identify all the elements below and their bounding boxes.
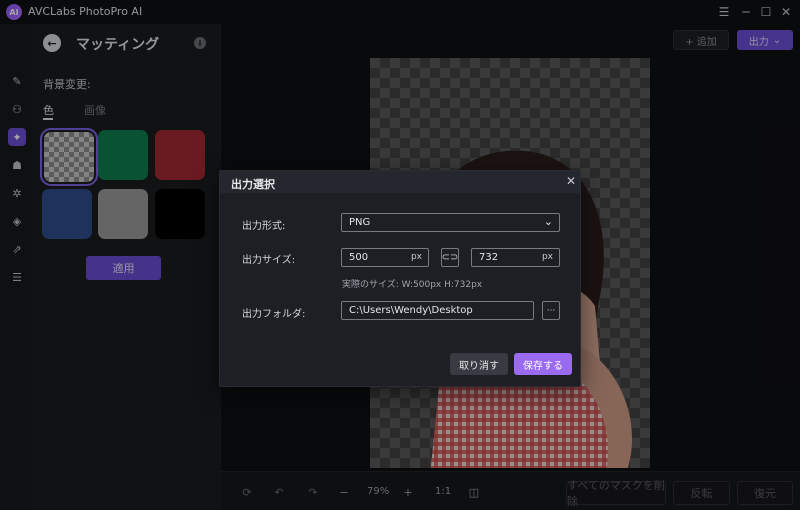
folder-input[interactable]: C:\Users\Wendy\Desktop: [341, 301, 534, 320]
height-value: 732: [479, 252, 499, 263]
browse-folder-button[interactable]: ···: [542, 301, 560, 320]
width-value: 500: [349, 252, 369, 263]
folder-path: C:\Users\Wendy\Desktop: [349, 305, 473, 316]
folder-label: 出力フォルダ:: [242, 309, 306, 320]
size-label: 出力サイズ:: [242, 255, 296, 266]
width-input[interactable]: 500 px: [341, 248, 429, 267]
output-dialog: 出力選択 ✕ 出力形式: PNG ⌄ 出力サイズ: 500 px ⊂⊃ 732 …: [219, 170, 581, 387]
format-select[interactable]: PNG ⌄: [341, 213, 560, 232]
cancel-button[interactable]: 取り消す: [450, 353, 508, 375]
link-aspect-icon[interactable]: ⊂⊃: [441, 248, 459, 267]
height-unit: px: [541, 252, 553, 262]
save-button[interactable]: 保存する: [514, 353, 572, 375]
height-input[interactable]: 732 px: [471, 248, 560, 267]
chevron-down-icon: ⌄: [543, 215, 553, 228]
dialog-title: 出力選択: [231, 178, 275, 191]
format-value: PNG: [349, 217, 371, 228]
format-label: 出力形式:: [242, 221, 286, 232]
width-unit: px: [410, 252, 422, 262]
dialog-header: 出力選択 ✕: [220, 171, 580, 193]
actual-size-text: 実際のサイズ: W:500px H:732px: [342, 280, 483, 290]
close-icon[interactable]: ✕: [564, 174, 578, 188]
